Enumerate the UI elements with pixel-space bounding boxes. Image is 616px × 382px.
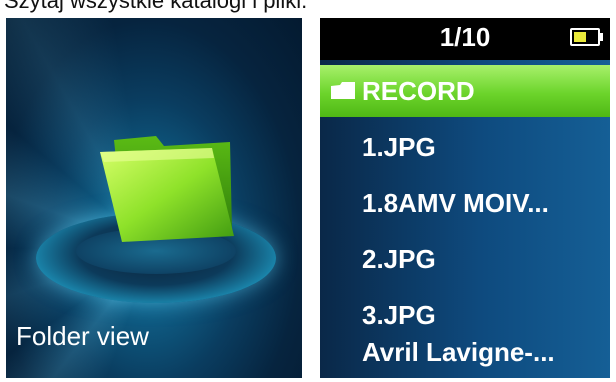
list-item-label: RECORD — [362, 75, 475, 106]
caption-text: Szytaj wszystkie katalogi i pliki. — [4, 0, 308, 13]
list-item-record[interactable]: RECORD — [320, 65, 610, 117]
list-item[interactable]: Avril Lavigne-... — [320, 326, 610, 378]
page-indicator: 1/10 — [439, 22, 491, 52]
folder-view-screen: Folder view — [6, 18, 302, 378]
folder-icon — [100, 136, 234, 242]
list-item[interactable]: 1.8AMV MOIV... — [320, 177, 610, 229]
list-item-label: 1.JPG — [362, 131, 436, 162]
list-item-label: 2.JPG — [362, 243, 436, 274]
list-item-label: Avril Lavigne-... — [362, 336, 555, 367]
battery-icon — [570, 28, 603, 46]
list-item[interactable]: 1.JPG — [320, 121, 610, 173]
folder-icon — [331, 82, 355, 99]
list-item[interactable]: 2.JPG — [320, 233, 610, 285]
status-bar: 1/10 — [320, 18, 610, 60]
file-list-screen: 1/10 RECORD 1.JPG 1.8AMV MOIV... 2.JPG 3… — [320, 18, 610, 378]
folder-view-label: Folder view — [16, 321, 149, 351]
list-item-label: 1.8AMV MOIV... — [362, 187, 549, 218]
